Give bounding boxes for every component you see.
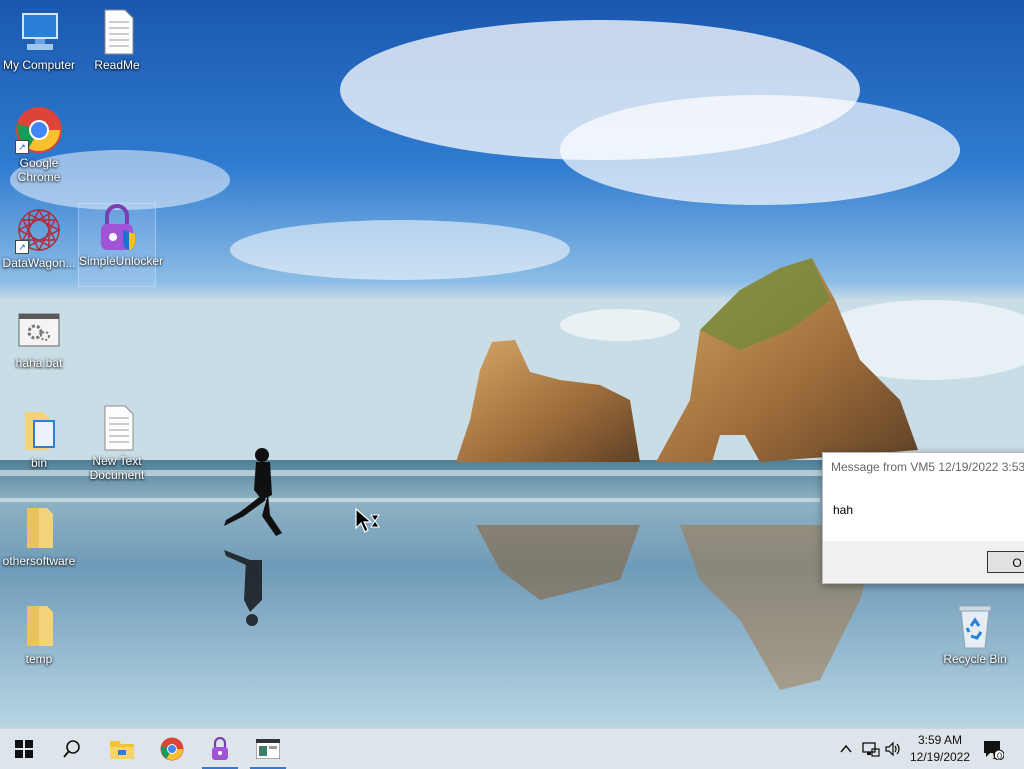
desktop-icon-othersoftware[interactable]: othersoftware <box>1 504 77 568</box>
taskbar-simpleunlocker[interactable] <box>196 729 244 769</box>
folder-icon <box>15 504 63 552</box>
search-icon <box>63 740 80 758</box>
desktop-icon-label: My Computer <box>2 58 76 72</box>
desktop-icon-simpleunlocker[interactable]: SimpleUnlocker <box>78 203 164 287</box>
padlock-shield-icon <box>93 204 141 252</box>
taskbar: 3:59 AM 12/19/2022 10 <box>0 728 1024 769</box>
datawagon-icon: ↗ <box>15 206 63 254</box>
taskbar-clock[interactable]: 3:59 AM 12/19/2022 <box>900 729 980 769</box>
desktop-icon-temp[interactable]: temp <box>1 602 77 666</box>
desktop-icon-label: haha.bat <box>15 356 63 370</box>
desktop-icon-readme[interactable]: ReadMe <box>79 8 155 72</box>
dialog-message: hah <box>833 503 854 517</box>
windows-start-icon <box>15 740 33 758</box>
desktop-icon-new-text-document[interactable]: New Text Document <box>79 404 155 482</box>
desktop-icon-label: ReadMe <box>94 58 140 72</box>
text-document-icon <box>93 404 141 452</box>
desktop-icon-label: temp <box>25 652 53 666</box>
recycle-bin-icon <box>951 602 999 650</box>
network-status[interactable] <box>860 729 882 769</box>
computer-icon <box>15 8 63 56</box>
simpleunlocker-icon <box>212 737 228 760</box>
desktop-icon-label: bin <box>30 456 47 470</box>
network-icon <box>862 742 880 757</box>
dialog-title: Message from VM5 12/19/2022 3:53 A <box>831 460 1024 474</box>
busy-cursor-icon <box>355 508 380 533</box>
desktop-icon-my-computer[interactable]: My Computer <box>1 8 77 72</box>
notification-count-badge: 10 <box>992 751 1003 761</box>
chrome-icon <box>160 737 184 761</box>
desktop-icon-label: Recycle Bin <box>943 652 1007 666</box>
desktop-icon-google-chrome[interactable]: ↗ Google Chrome <box>1 106 77 184</box>
dialog-footer: O <box>823 541 1024 583</box>
desktop-icon-datawagon[interactable]: ↗ DataWagon... <box>1 206 77 270</box>
desktop-icon-label: othersoftware <box>2 554 76 568</box>
wallpaper-scene <box>0 0 1024 728</box>
desktop-icon-label: Google Chrome <box>17 156 61 184</box>
desktop-icon-bin[interactable]: bin <box>1 406 77 470</box>
message-dialog: Message from VM5 12/19/2022 3:53 A hah O <box>822 452 1024 584</box>
folder-icon <box>15 602 63 650</box>
taskbar-chrome[interactable] <box>148 729 196 769</box>
desktop-icon-haha-bat[interactable]: haha.bat <box>1 306 77 370</box>
show-hidden-icons-button[interactable] <box>836 729 856 769</box>
notification-center-button[interactable]: 10 <box>980 729 1006 769</box>
shortcut-arrow-icon: ↗ <box>15 140 29 154</box>
desktop-wallpaper <box>0 0 1024 728</box>
search-button[interactable] <box>48 729 96 769</box>
taskbar-file-explorer[interactable] <box>98 729 146 769</box>
batch-file-icon <box>15 306 63 354</box>
desktop-icon-label: SimpleUnlocker <box>79 254 164 268</box>
clock-time: 3:59 AM <box>917 733 963 747</box>
ok-button[interactable]: O <box>987 551 1024 573</box>
file-explorer-icon <box>110 741 134 759</box>
app-window-icon <box>256 739 280 759</box>
desktop-icon-recycle-bin[interactable]: Recycle Bin <box>937 602 1013 666</box>
start-button[interactable] <box>0 729 48 769</box>
chrome-icon: ↗ <box>15 106 63 154</box>
desktop-icon-label: DataWagon... <box>2 256 76 270</box>
clock-date: 12/19/2022 <box>909 750 971 764</box>
desktop-icon-label: New Text Document <box>89 454 145 482</box>
taskbar-app-window[interactable] <box>244 729 292 769</box>
chevron-up-icon <box>840 744 852 753</box>
shortcut-arrow-icon: ↗ <box>15 240 29 254</box>
text-document-icon <box>93 8 141 56</box>
folder-icon <box>15 406 63 454</box>
